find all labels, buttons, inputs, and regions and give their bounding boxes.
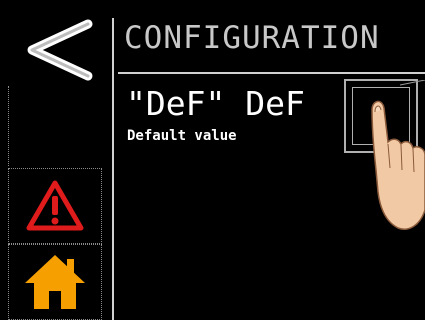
empty-sidebar-slot [8, 86, 102, 166]
page-title: CONFIGURATION [124, 20, 380, 56]
parameter-description: Default value [127, 128, 237, 144]
back-button[interactable] [8, 12, 102, 86]
pointing-hand-icon [371, 100, 425, 230]
warning-icon [26, 180, 84, 231]
home-button[interactable] [8, 244, 102, 320]
device-screen: CONFIGURATION "DeF" DeF Default value [0, 0, 425, 320]
alarm-button[interactable] [8, 168, 102, 244]
home-icon [25, 255, 85, 309]
sidebar-divider [112, 18, 114, 320]
back-arrow-icon [27, 19, 93, 81]
parameter-name: "DeF" DeF [126, 84, 305, 123]
sidebar [0, 0, 104, 320]
header-divider [118, 72, 425, 74]
